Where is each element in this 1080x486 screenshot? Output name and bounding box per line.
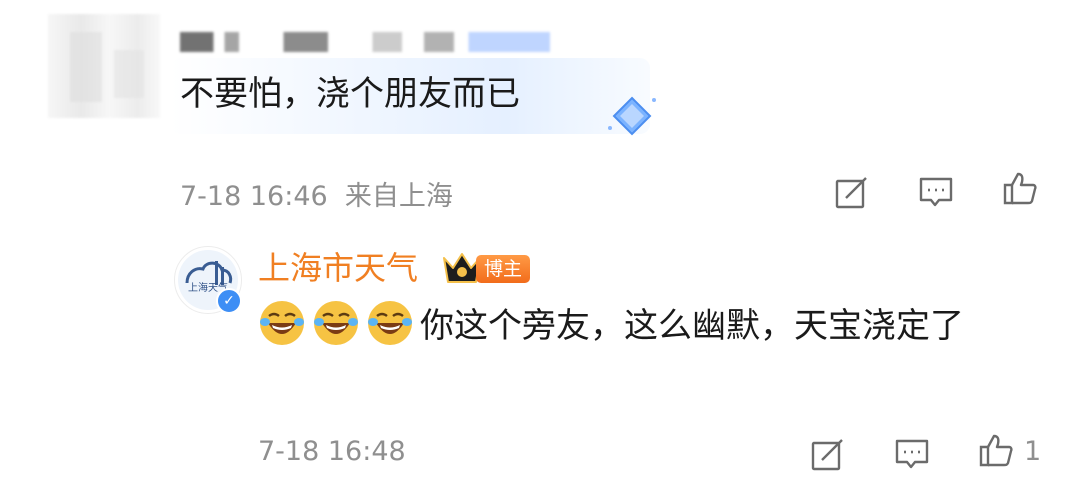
share-icon[interactable] — [834, 174, 870, 210]
commenter-avatar[interactable] — [48, 14, 160, 118]
reply-text: 你这个旁友，这么幽默，天宝浇定了 — [420, 306, 964, 346]
share-icon[interactable] — [810, 436, 846, 472]
reply-author[interactable]: 上海市天气 — [258, 246, 418, 290]
comment-icon[interactable] — [918, 174, 954, 210]
like-count: 1 — [1024, 436, 1042, 467]
fan-diamond-icon — [608, 96, 656, 136]
commenter-name-blurred[interactable] — [180, 32, 550, 52]
comment-icon[interactable] — [894, 436, 930, 472]
comment-text: 不要怕，浇个朋友而已 — [180, 74, 520, 114]
laughing-crying-emoji-icon — [368, 301, 412, 345]
like-icon[interactable] — [1002, 170, 1038, 206]
comment-location: 来自上海 — [344, 181, 453, 212]
reply-content: 你这个旁友，这么幽默，天宝浇定了 — [258, 296, 1038, 356]
comment-meta: 7-18 16:46 来自上海 — [180, 174, 453, 213]
verified-icon: ✓ — [216, 288, 242, 314]
comment-time: 7-18 16:46 — [180, 181, 328, 212]
blogger-badge: 博主 — [476, 255, 531, 283]
reply-time: 7-18 16:48 — [258, 436, 406, 467]
laughing-crying-emoji-icon — [314, 301, 358, 345]
like-icon[interactable] — [978, 432, 1014, 468]
laughing-crying-emoji-icon — [260, 301, 304, 345]
